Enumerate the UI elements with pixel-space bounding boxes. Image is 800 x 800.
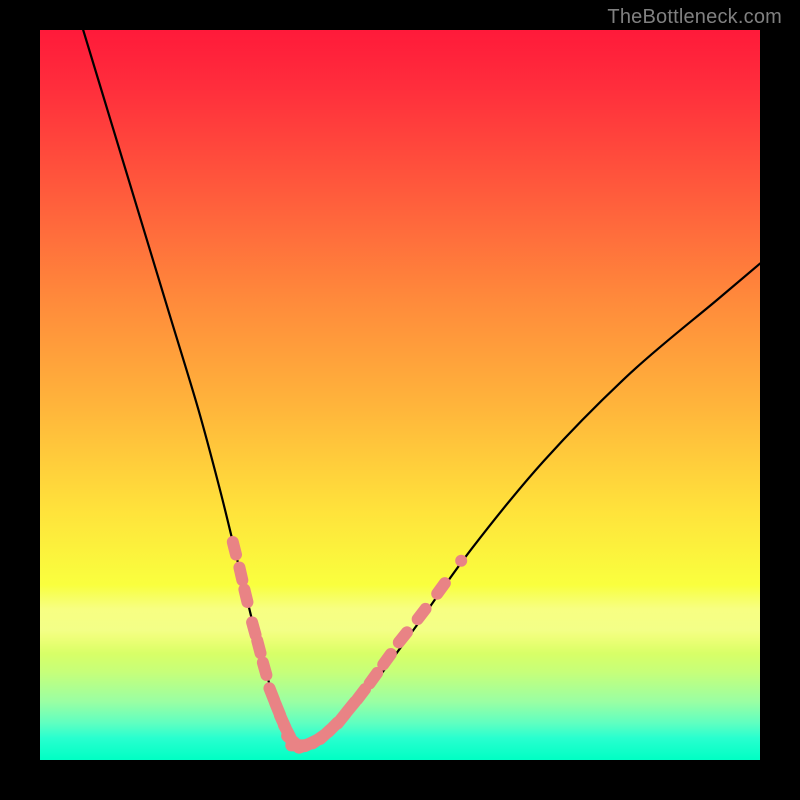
curve-marker xyxy=(399,632,407,642)
curve-markers xyxy=(233,542,461,748)
plot-area xyxy=(40,30,760,760)
watermark-text: TheBottleneck.com xyxy=(607,6,782,29)
curve-marker xyxy=(263,662,267,675)
chart-frame: TheBottleneck.com xyxy=(0,0,800,800)
curve-marker xyxy=(252,622,255,635)
curve-marker xyxy=(244,589,247,602)
curve-marker xyxy=(370,673,378,684)
curve-layer xyxy=(40,30,760,760)
curve-marker xyxy=(257,641,260,654)
bottleneck-curve xyxy=(83,30,760,746)
curve-marker xyxy=(233,542,236,555)
curve-marker xyxy=(383,654,391,665)
curve-marker xyxy=(418,609,426,619)
curve-marker xyxy=(437,583,445,594)
curve-marker xyxy=(357,689,365,699)
curve-marker xyxy=(239,568,242,581)
